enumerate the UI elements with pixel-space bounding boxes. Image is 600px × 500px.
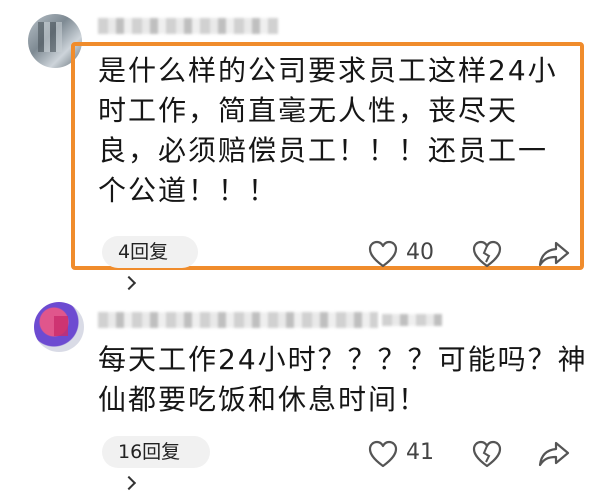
- share-icon[interactable]: [538, 440, 570, 468]
- heart-icon[interactable]: [368, 240, 398, 268]
- username-blurred[interactable]: [98, 18, 278, 34]
- timestamp-blurred: [382, 314, 442, 326]
- replies-button[interactable]: 16回复: [102, 436, 210, 491]
- comment-text: 每天工作24小时？？？？可能吗？神仙都要吃饭和休息时间！: [98, 343, 588, 416]
- comment-text: 是什么样的公司要求员工这样24小时工作，简直毫无人性，丧尽天良，必须赔偿员工！！…: [98, 54, 558, 207]
- replies-label: 16回复: [118, 441, 181, 463]
- chevron-right-icon: [121, 475, 137, 491]
- heart-icon[interactable]: [368, 440, 398, 468]
- broken-heart-icon[interactable]: [472, 440, 502, 468]
- replies-button[interactable]: 4回复: [102, 236, 198, 291]
- like-count: 41: [406, 440, 434, 465]
- replies-label: 4回复: [118, 241, 169, 263]
- broken-heart-icon[interactable]: [472, 240, 502, 268]
- like-count: 40: [406, 240, 434, 265]
- share-icon[interactable]: [538, 240, 570, 268]
- avatar[interactable]: [34, 302, 84, 352]
- chevron-right-icon: [121, 275, 137, 291]
- username-blurred[interactable]: [98, 312, 378, 328]
